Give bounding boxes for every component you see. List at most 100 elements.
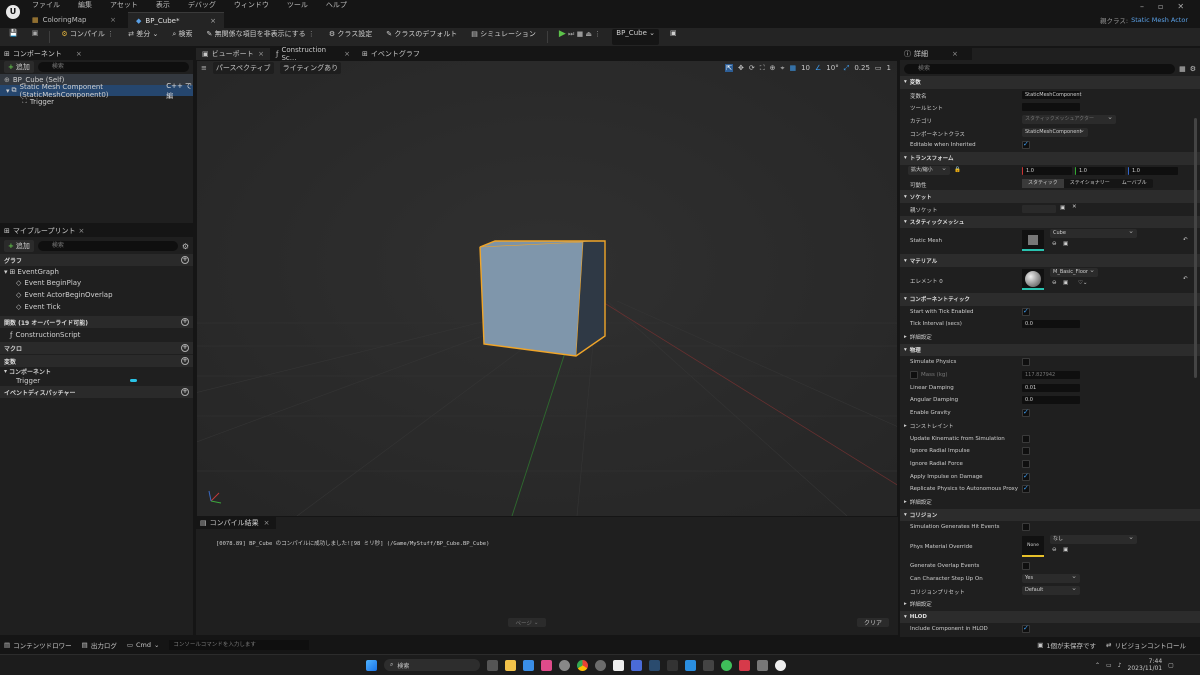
hlod-section[interactable]: ▾ HLOD [900, 610, 1200, 624]
step-up-select[interactable]: Yes [1022, 572, 1080, 583]
page-select[interactable]: ページ ⌄ [508, 618, 546, 627]
app-icon[interactable] [721, 659, 732, 671]
minimize-icon[interactable]: – [1140, 2, 1144, 11]
debug-object-select[interactable]: BP_Cube ⌄ [612, 29, 659, 45]
move-tool-icon[interactable]: ✥ [738, 64, 744, 72]
tab-event-graph[interactable]: ⊞ イベントグラフ [356, 48, 426, 60]
add-graph-icon[interactable]: + [181, 256, 189, 264]
editable-inherited-checkbox[interactable] [1022, 140, 1030, 150]
more-options-icon[interactable]: ⋮ [107, 30, 114, 38]
task-view-icon[interactable] [487, 659, 498, 671]
components-category[interactable]: ▾ コンポーネント [0, 367, 193, 376]
browse-icon[interactable]: ▣ [1063, 547, 1068, 553]
unsaved-indicator[interactable]: ▣ 1個が未保存です [1037, 640, 1096, 650]
eject-icon[interactable]: ⏏ [585, 30, 592, 38]
scale-z-input[interactable]: 1.0 [1128, 166, 1178, 175]
app-icon[interactable] [739, 659, 750, 671]
more-options-icon[interactable]: ⋮ [594, 30, 601, 38]
collision-section[interactable]: ▾ コリジョン [900, 508, 1200, 522]
scale-tool-icon[interactable]: ⛶ [760, 64, 765, 73]
app-icon[interactable] [703, 659, 714, 671]
grid-snap-icon[interactable]: ▦ [789, 64, 796, 72]
component-class-select[interactable]: StaticMeshComponent [1022, 126, 1088, 137]
collision-advanced-toggle[interactable]: ▸ 詳細設定 [900, 598, 1200, 611]
gear-icon[interactable]: ⚙ [1190, 65, 1196, 73]
mesh-thumbnail[interactable] [1022, 230, 1044, 252]
tab-bp-cube[interactable]: ◆ BP_Cube* × [128, 12, 224, 28]
linear-damping-input[interactable]: 0.01 [1022, 383, 1080, 392]
socket-section[interactable]: ▾ ソケット [900, 190, 1200, 203]
collision-preset-select[interactable]: Default [1022, 584, 1080, 596]
close-icon[interactable]: × [78, 227, 84, 235]
material-thumbnail[interactable] [1022, 268, 1044, 290]
use-selected-icon[interactable]: ⊖ [1052, 547, 1057, 553]
unreal-logo-icon[interactable]: U [6, 5, 20, 19]
phys-material-thumbnail[interactable]: None [1022, 536, 1044, 557]
static-mesh-select[interactable]: Cube [1050, 227, 1137, 239]
play-icon[interactable]: ▶ [559, 29, 566, 39]
constraints-toggle[interactable]: ▸ コンストレイント [900, 420, 1200, 433]
rotation-snap-icon[interactable]: ∠ [815, 64, 821, 72]
menu-file[interactable]: ファイル [32, 0, 64, 10]
compile-button[interactable]: ⚙ コンパイル ⋮ [58, 29, 117, 45]
clear-icon[interactable]: ✕ [1072, 204, 1077, 210]
enable-gravity-checkbox[interactable] [1022, 408, 1030, 418]
functions-section[interactable]: 関数 (19 オーバーライド可能) + [0, 316, 193, 328]
trigger-variable-item[interactable]: Trigger [0, 376, 193, 385]
hit-events-checkbox[interactable] [1022, 523, 1030, 532]
add-variable-icon[interactable]: + [181, 357, 189, 365]
app-icon[interactable] [757, 659, 768, 671]
physics-advanced-toggle[interactable]: ▸ 詳細設定 [900, 496, 1200, 509]
grid-snap-value[interactable]: 10 [801, 64, 810, 72]
lock-icon[interactable]: 🔒 [954, 167, 961, 173]
output-log-button[interactable]: ▤ 出力ログ [82, 640, 117, 650]
menu-asset[interactable]: アセット [110, 0, 142, 10]
physics-section[interactable]: ▾ 物理 [900, 343, 1200, 357]
event-dispatchers-section[interactable]: イベントディスパッチャー + [0, 386, 193, 398]
event-graph-item[interactable]: ▾ ⊞ EventGraph [0, 266, 193, 277]
close-icon[interactable]: × [952, 50, 958, 58]
ignore-radial-force-checkbox[interactable] [1022, 459, 1030, 468]
menu-debug[interactable]: デバッグ [188, 0, 220, 10]
menu-help[interactable]: ヘルプ [326, 0, 351, 10]
grid-view-icon[interactable]: ▦ [1179, 65, 1186, 73]
rotate-tool-icon[interactable]: ⟳ [749, 64, 755, 72]
gear-icon[interactable]: ⚙ [182, 242, 189, 251]
event-actor-begin-overlap-item[interactable]: ◇ Event ActorBeginOverlap [0, 289, 193, 301]
mobility-static-button[interactable]: スタティック [1022, 178, 1064, 188]
content-drawer-button[interactable]: ▤ コンテンツドロワー [4, 640, 72, 650]
mobility-stationary-button[interactable]: ステイショナリー [1064, 179, 1116, 188]
close-icon[interactable]: × [258, 50, 264, 58]
details-scrollbar[interactable] [1194, 118, 1197, 378]
scale-x-input[interactable]: 1.0 [1022, 166, 1072, 175]
clock[interactable]: 7:44 2023/11/01 [1128, 658, 1163, 672]
tab-coloringmap[interactable]: ▦ ColoringMap × [24, 12, 124, 28]
browse-button[interactable]: ▣ [29, 29, 42, 45]
viewport[interactable]: ≡ パースペクティブ ライティングあり ⇱ ✥ ⟳ ⛶ ⊕ ⌖ ▦ 10 ∠ 1… [197, 61, 897, 516]
diff-button[interactable]: ⇄ 差分 ⌄ [125, 29, 161, 45]
my-blueprint-search-input[interactable]: 検索 [37, 241, 178, 251]
tab-construction-script[interactable]: ƒ Construction Sc... × [270, 46, 356, 62]
notion-icon[interactable] [613, 659, 624, 671]
world-space-icon[interactable]: ⊕ [770, 64, 776, 72]
update-kinematic-checkbox[interactable] [1022, 434, 1030, 443]
reset-icon[interactable]: ↶ [1183, 237, 1188, 243]
add-function-icon[interactable]: + [181, 318, 189, 326]
start-tick-checkbox[interactable] [1022, 307, 1030, 316]
add-dispatcher-icon[interactable]: + [181, 388, 189, 396]
camera-speed-icon[interactable]: ▭ [875, 64, 882, 72]
steam-icon[interactable] [649, 659, 660, 671]
close-icon[interactable]: × [264, 519, 270, 527]
revision-control-button[interactable]: ⇄ リビジョンコントロール [1106, 640, 1200, 650]
media-app-icon[interactable] [559, 659, 570, 671]
close-window-icon[interactable]: ✕ [1177, 2, 1184, 11]
folder-icon[interactable]: ▣ [1060, 205, 1065, 211]
menu-tools[interactable]: ツール [287, 0, 312, 10]
browse-debug-button[interactable]: ▣ [667, 29, 680, 45]
tick-advanced-toggle[interactable]: ▸ 詳細設定 [900, 331, 1200, 344]
add-member-button[interactable]: + 追加 [4, 240, 34, 252]
simulation-button[interactable]: ▤ シミュレーション [468, 29, 539, 45]
class-defaults-button[interactable]: ✎ クラスのデフォルト [383, 29, 460, 45]
close-icon[interactable]: × [344, 50, 350, 58]
select-tool-icon[interactable]: ⇱ [725, 64, 733, 72]
